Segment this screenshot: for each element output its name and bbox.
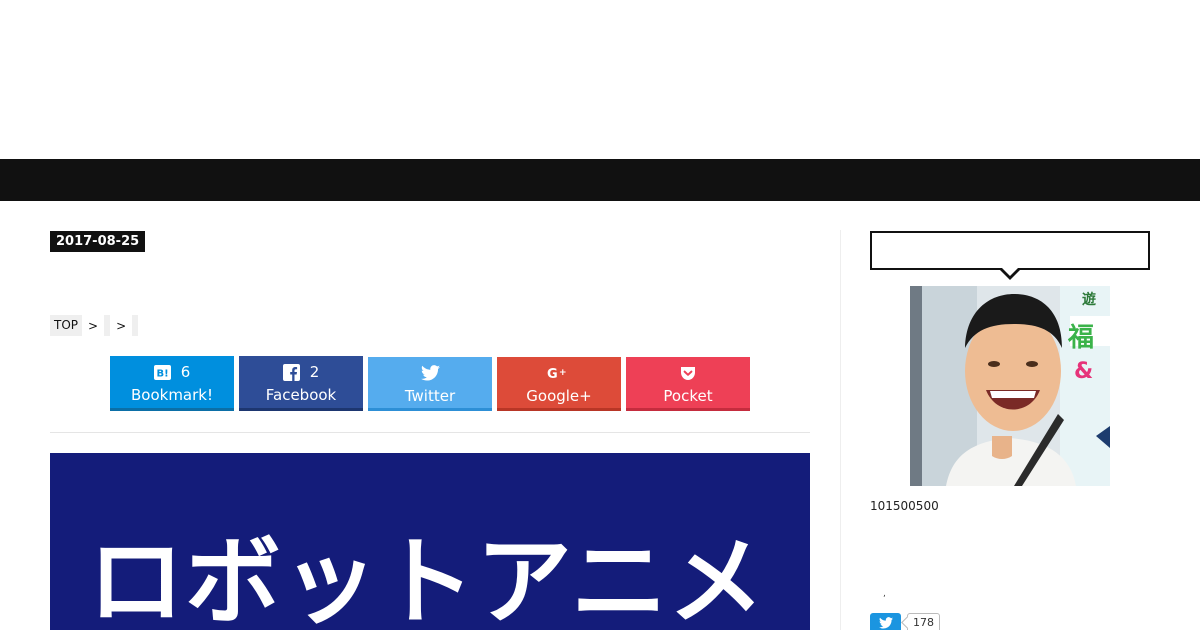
- google-plus-share-button[interactable]: G + Google+: [497, 357, 621, 411]
- breadcrumb-separator: >: [88, 318, 99, 333]
- hatena-bookmark-label: Bookmark!: [130, 386, 213, 404]
- profile-text: 101500500: [870, 499, 939, 513]
- facebook-label: Facebook: [265, 386, 337, 404]
- post-date-badge: 2017-08-25: [50, 231, 146, 252]
- pocket-save-button[interactable]: Pocket: [626, 357, 750, 411]
- hero-title-text: ロボットアニメ: [88, 526, 766, 630]
- facebook-share-count: 2: [309, 363, 320, 381]
- profile-photo: 福 & 遊: [910, 286, 1110, 486]
- hatena-bookmark-count: 6: [180, 363, 191, 381]
- content-divider: [50, 432, 810, 433]
- google-plus-icon: G +: [547, 366, 571, 380]
- svg-text:B!: B!: [156, 368, 168, 379]
- twitter-bird-icon: [420, 365, 440, 381]
- svg-text:&: &: [1074, 359, 1093, 384]
- article-hero-image: ロボットアニメ: [50, 453, 810, 630]
- pocket-label: Pocket: [663, 387, 713, 405]
- speech-bubble-tail-fill: [1002, 268, 1018, 276]
- breadcrumb-separator: >: [116, 318, 127, 333]
- breadcrumb: TOP > >: [50, 315, 139, 336]
- hatena-bookmark-button[interactable]: B! 6 Bookmark!: [110, 356, 234, 411]
- pocket-icon: [680, 366, 696, 381]
- tweet-button[interactable]: [870, 613, 901, 630]
- twitter-label: Twitter: [404, 387, 456, 405]
- twitter-bird-icon: [878, 614, 893, 630]
- breadcrumb-current: [132, 315, 139, 336]
- small-mark: ,: [883, 589, 886, 599]
- svg-text:福: 福: [1067, 323, 1094, 353]
- site-header: [0, 0, 1200, 159]
- breadcrumb-top-link[interactable]: TOP: [50, 315, 83, 336]
- svg-text:G: G: [547, 367, 558, 380]
- svg-text:遊: 遊: [1082, 291, 1096, 308]
- page: 2017-08-25 TOP > > B! 6 Bookmark! 2 Face…: [0, 0, 1200, 630]
- tweet-count: 178: [907, 613, 940, 630]
- svg-text:+: +: [559, 368, 567, 378]
- global-nav-bar[interactable]: [0, 159, 1200, 201]
- sidebar-separator: [840, 230, 841, 630]
- facebook-share-button[interactable]: 2 Facebook: [239, 356, 363, 411]
- google-plus-label: Google+: [526, 387, 592, 405]
- profile-speech-bubble: [870, 231, 1150, 270]
- tweet-widget: 178: [870, 613, 940, 630]
- hatena-bookmark-icon: B!: [153, 364, 171, 380]
- facebook-icon: [282, 363, 300, 381]
- twitter-share-button[interactable]: Twitter: [368, 357, 492, 411]
- share-buttons: B! 6 Bookmark! 2 Facebook Twitter G + Go…: [110, 356, 750, 411]
